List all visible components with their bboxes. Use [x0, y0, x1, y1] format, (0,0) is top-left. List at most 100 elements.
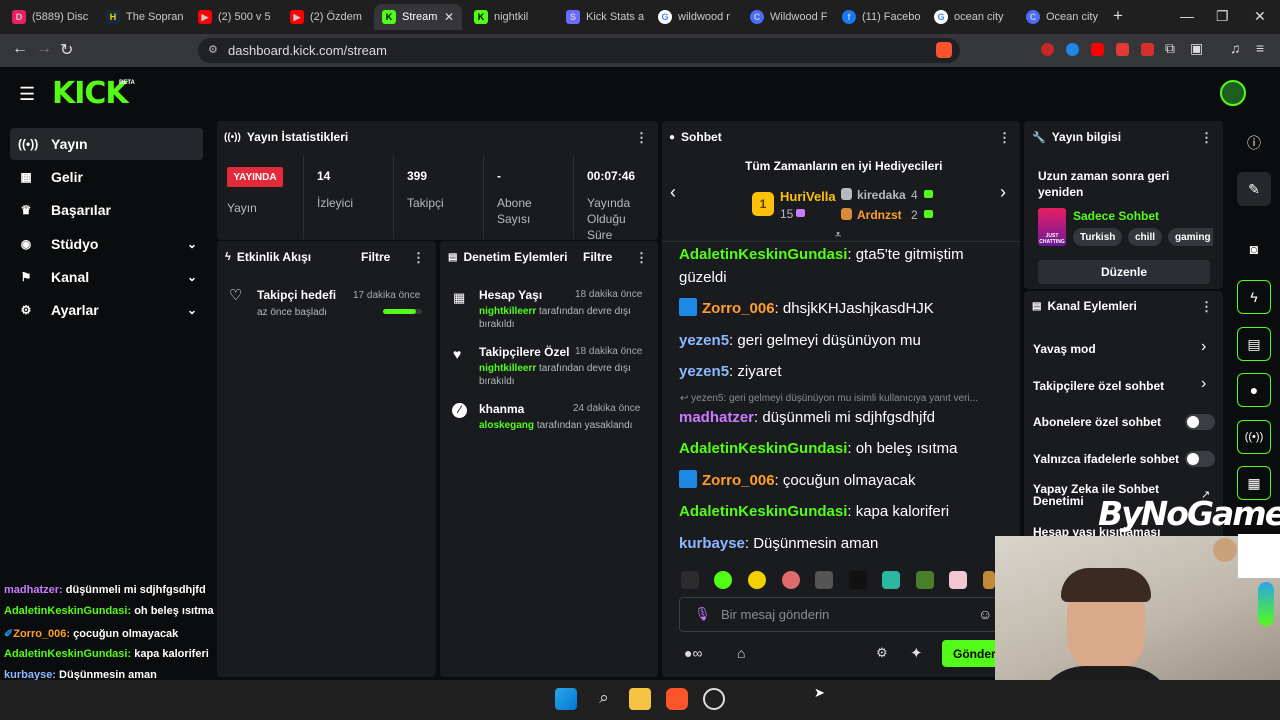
gifter-name[interactable]: Ardnzst	[857, 208, 902, 222]
chat-username[interactable]: AdaletinKeskinGundasi	[679, 440, 847, 457]
emote[interactable]	[983, 571, 995, 589]
mod-user[interactable]: nightkilleerr	[479, 363, 536, 374]
slow-mode-item[interactable]: Yavaş mod	[1033, 342, 1096, 356]
kicks-icon[interactable]: ●∞	[684, 645, 702, 661]
broadcast-icon[interactable]: ((•))	[1237, 420, 1271, 454]
browser-tab[interactable]: Knightkil	[466, 4, 558, 30]
menu-icon[interactable]: ≡	[1256, 40, 1264, 56]
browser-tab[interactable]: S Kick Stats a	[558, 4, 650, 30]
emotes-only-toggle[interactable]	[1185, 451, 1215, 467]
stream-tag[interactable]: gaming	[1168, 228, 1213, 246]
emote[interactable]	[949, 571, 967, 589]
reload-icon[interactable]: ↻	[60, 40, 73, 60]
back-icon[interactable]: ←	[12, 40, 28, 58]
ublock-icon[interactable]	[1041, 43, 1054, 56]
edit-stream-button[interactable]: Düzenle	[1038, 260, 1210, 284]
new-tab-icon[interactable]: +	[1113, 6, 1123, 26]
category-thumbnail[interactable]: JUST CHATTING	[1038, 208, 1066, 246]
stream-tag[interactable]: Turkish	[1073, 228, 1123, 246]
lightning-icon[interactable]: ϟ	[1237, 280, 1271, 314]
browser-tab-active[interactable]: K Stream ✕	[374, 4, 462, 30]
emote[interactable]	[815, 571, 833, 589]
chat-username[interactable]: yezen5	[679, 332, 729, 349]
send-button[interactable]: Gönder	[942, 640, 1000, 667]
more-options-icon[interactable]: ⋮	[412, 250, 425, 266]
more-options-icon[interactable]: ⋮	[635, 130, 648, 146]
emote[interactable]	[782, 571, 800, 589]
settings-gear-icon[interactable]: ⚙	[876, 645, 888, 661]
avatar[interactable]	[1220, 80, 1246, 106]
close-tab-icon[interactable]: ✕	[444, 10, 462, 24]
browser-tab[interactable]: f (11) Facebo	[834, 4, 926, 30]
more-options-icon[interactable]: ⋮	[1200, 130, 1213, 146]
extensions-puzzle-icon[interactable]: ⧉	[1165, 40, 1175, 57]
extension-icon[interactable]	[1066, 43, 1079, 56]
sidebar-item-channel[interactable]: ⚑ Kanal ⌄	[10, 261, 203, 293]
close-window-icon[interactable]: ✕	[1254, 8, 1266, 25]
mod-user[interactable]: aloskegang	[479, 420, 534, 431]
chat-username[interactable]: Zorro_006	[702, 300, 775, 317]
chat-username[interactable]: Zorro_006	[702, 472, 775, 489]
chat-input[interactable]: 🎙 Bir mesaj gönderin ☺	[679, 597, 1000, 632]
maximize-icon[interactable]: ❐	[1216, 8, 1229, 25]
subscribers-only-toggle[interactable]	[1185, 414, 1215, 430]
more-options-icon[interactable]: ⋮	[998, 130, 1011, 146]
browser-tab[interactable]: Gocean city	[926, 4, 1018, 30]
microphone-icon[interactable]: 🎙	[694, 606, 711, 622]
store-icon[interactable]: ⌂	[737, 645, 745, 661]
windows-start-icon[interactable]	[555, 688, 577, 710]
chat-username[interactable]: AdaletinKeskinGundasi	[679, 503, 847, 520]
chat-bubble-icon[interactable]: ●	[1237, 373, 1271, 407]
chat-username[interactable]: yezen5	[679, 363, 729, 380]
gifter-name[interactable]: HuriVella	[780, 189, 836, 204]
forward-icon[interactable]: →	[36, 40, 52, 58]
sidebar-item-settings[interactable]: ⚙ Ayarlar ⌄	[10, 294, 203, 326]
media-icon[interactable]: ♫	[1230, 40, 1241, 56]
chat-username[interactable]: AdaletinKeskinGundasi	[679, 246, 847, 263]
extension-icon[interactable]	[1141, 43, 1154, 56]
file-explorer-icon[interactable]	[629, 688, 651, 710]
emote[interactable]	[916, 571, 934, 589]
emote[interactable]	[681, 571, 699, 589]
minimize-icon[interactable]: —	[1180, 8, 1194, 24]
followers-only-item[interactable]: Takipçilere özel sohbet	[1033, 379, 1164, 393]
browser-tab[interactable]: C Ocean city	[1018, 4, 1110, 30]
more-options-icon[interactable]: ⋮	[635, 250, 648, 266]
mod-user[interactable]: nightkilleerr	[479, 306, 536, 317]
sidebar-item-revenue[interactable]: ▦ Gelir	[10, 161, 203, 193]
browser-tab[interactable]: ▶ (2) Özdem	[282, 4, 374, 30]
sparkle-icon[interactable]: ✦	[910, 644, 923, 662]
info-icon[interactable]: ⓘ	[1237, 126, 1271, 160]
hamburger-menu-icon[interactable]: ☰	[19, 84, 35, 105]
emote[interactable]	[882, 571, 900, 589]
obs-icon[interactable]	[703, 688, 725, 710]
extension-icon[interactable]	[1116, 43, 1129, 56]
moderation-filter-button[interactable]: Filtre	[583, 250, 612, 264]
reply-reference[interactable]: ↩ yezen5: geri gelmeyi düşünüyon mu isim…	[680, 393, 978, 404]
chat-username[interactable]: kurbayse	[679, 535, 745, 552]
camera-icon[interactable]: ◙	[1237, 232, 1271, 266]
edit-pencil-icon[interactable]: ✎	[1237, 172, 1271, 206]
sidebar-item-stream[interactable]: ((•)) Yayın	[10, 128, 203, 160]
brave-shield-icon[interactable]	[936, 42, 952, 58]
more-options-icon[interactable]: ⋮	[1200, 299, 1213, 315]
chat-username[interactable]: madhatzer	[679, 409, 754, 426]
brave-browser-icon[interactable]	[666, 688, 688, 710]
search-icon[interactable]: ⌕	[593, 688, 615, 710]
gifter-name[interactable]: kiredaka	[857, 188, 906, 202]
chevron-right-icon[interactable]: ›	[1201, 338, 1206, 356]
browser-tab[interactable]: ▶ (2) 500 v 5	[190, 4, 282, 30]
emote[interactable]	[849, 571, 867, 589]
browser-tab[interactable]: D (5889) Disc	[4, 4, 96, 30]
sidebar-item-achievements[interactable]: ♛ Başarılar	[10, 194, 203, 226]
stream-tag[interactable]: chill	[1128, 228, 1163, 246]
emote[interactable]	[748, 571, 766, 589]
emote[interactable]	[714, 571, 732, 589]
sidebar-item-studio[interactable]: ◉ Stüdyo ⌄	[10, 228, 203, 260]
address-bar[interactable]: ⚙ dashboard.kick.com/stream	[198, 38, 960, 63]
kick-logo[interactable]: KICK	[52, 76, 129, 111]
chevron-right-icon[interactable]: ›	[1201, 375, 1206, 393]
chevron-left-icon[interactable]: ‹	[670, 182, 676, 203]
sidebar-toggle-icon[interactable]: ▣	[1190, 40, 1203, 57]
category-link[interactable]: Sadece Sohbet	[1073, 209, 1159, 223]
